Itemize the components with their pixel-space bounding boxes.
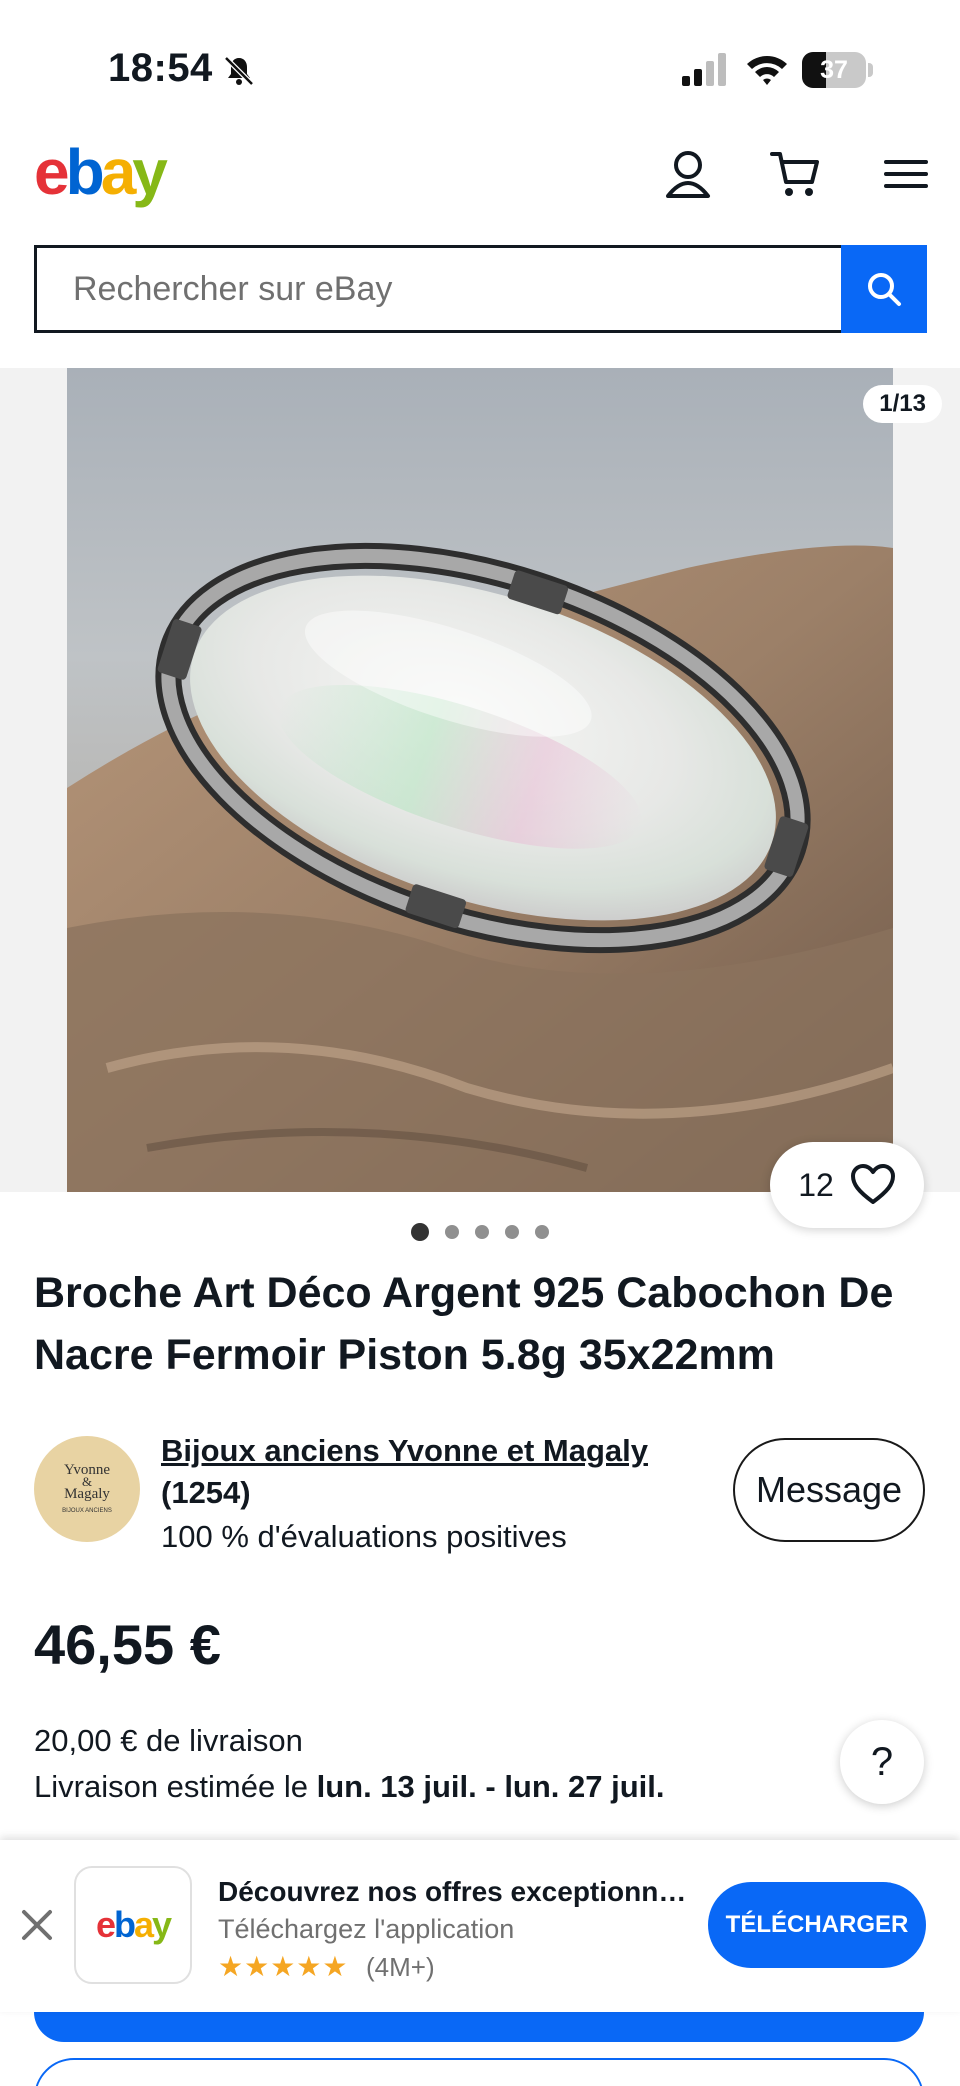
app-header: ebay — [0, 130, 960, 230]
logo-letter: y — [152, 1904, 172, 1945]
wifi-icon — [747, 56, 787, 85]
search-button[interactable] — [841, 245, 927, 333]
bell-slash-icon — [224, 56, 254, 86]
product-image[interactable] — [67, 368, 893, 1192]
ebay-logo[interactable]: ebay — [34, 136, 168, 208]
battery-level: 37 — [820, 56, 848, 84]
banner-subtitle: Téléchargez l'application — [218, 1914, 515, 1944]
account-button[interactable] — [658, 144, 718, 204]
gallery-dot[interactable] — [475, 1225, 489, 1239]
logo-letter: e — [95, 1904, 116, 1945]
item-title: Broche Art Déco Argent 925 Cabochon De N… — [34, 1269, 894, 1379]
shipping-cost: 20,00 € de livraison — [34, 1723, 303, 1758]
delivery-dates: lun. 13 juil. - lun. 27 juil. — [316, 1769, 665, 1804]
logo-letter: b — [65, 136, 105, 208]
battery-icon: 37 — [802, 52, 873, 88]
heart-icon — [850, 1164, 895, 1204]
gallery-dots — [0, 1223, 960, 1241]
seller-feedback-count: (1254) — [161, 1475, 251, 1510]
image-counter: 1/13 — [863, 385, 942, 423]
item-price: 46,55 € — [34, 1613, 221, 1676]
avatar-text: BIJOUX ANCIENS — [62, 1508, 112, 1514]
gallery-dot[interactable] — [535, 1225, 549, 1239]
avatar-text: Magaly — [64, 1486, 110, 1502]
download-app-button[interactable]: TÉLÉCHARGER — [708, 1882, 926, 1968]
gallery-dot[interactable] — [505, 1225, 519, 1239]
help-button[interactable]: ? — [840, 1720, 924, 1804]
message-button[interactable]: Message — [733, 1438, 925, 1542]
review-count: (4M+) — [366, 1952, 435, 1982]
status-bar: 18:54 37 — [0, 0, 960, 130]
signal-icon — [682, 53, 726, 86]
logo-letter: a — [100, 136, 137, 208]
close-icon[interactable] — [14, 1902, 60, 1948]
seller-avatar[interactable]: Yvonne & Magaly BIJOUX ANCIENS — [34, 1436, 140, 1542]
gallery-dot[interactable] — [411, 1223, 429, 1241]
app-download-banner: ebay Découvrez nos offres exceptionnelle… — [0, 1840, 960, 2012]
gallery-dot[interactable] — [445, 1225, 459, 1239]
logo-letter: b — [113, 1904, 136, 1945]
watchlist-button[interactable]: 12 — [770, 1142, 924, 1228]
status-time: 18:54 — [108, 46, 213, 90]
seller-name-link[interactable]: Bijoux anciens Yvonne et Magaly — [161, 1432, 648, 1470]
delivery-prefix: Livraison estimée le — [34, 1769, 317, 1804]
cart-icon — [770, 152, 819, 196]
menu-button[interactable] — [876, 144, 936, 204]
delivery-estimate: Livraison estimée le lun. 13 juil. - lun… — [34, 1764, 665, 1810]
ebay-app-logo: ebay — [74, 1866, 192, 1984]
cart-button[interactable] — [766, 144, 826, 204]
watch-count: 12 — [798, 1166, 834, 1203]
search-icon — [868, 273, 901, 306]
add-to-cart-button[interactable] — [34, 2058, 924, 2086]
menu-icon — [884, 160, 928, 188]
account-icon — [666, 151, 710, 198]
seller-rating: 100 % d'évaluations positives — [161, 1519, 567, 1554]
banner-title: Découvrez nos offres exceptionnelles — [218, 1876, 698, 1907]
star-rating-icon: ★★★★★ — [218, 1951, 349, 1982]
image-gallery[interactable]: 1/13 — [0, 368, 960, 1192]
logo-letter: a — [133, 1904, 154, 1945]
search-input[interactable] — [37, 248, 841, 330]
logo-letter: y — [132, 136, 168, 208]
logo-letter: e — [34, 136, 70, 208]
search-bar — [34, 245, 927, 333]
